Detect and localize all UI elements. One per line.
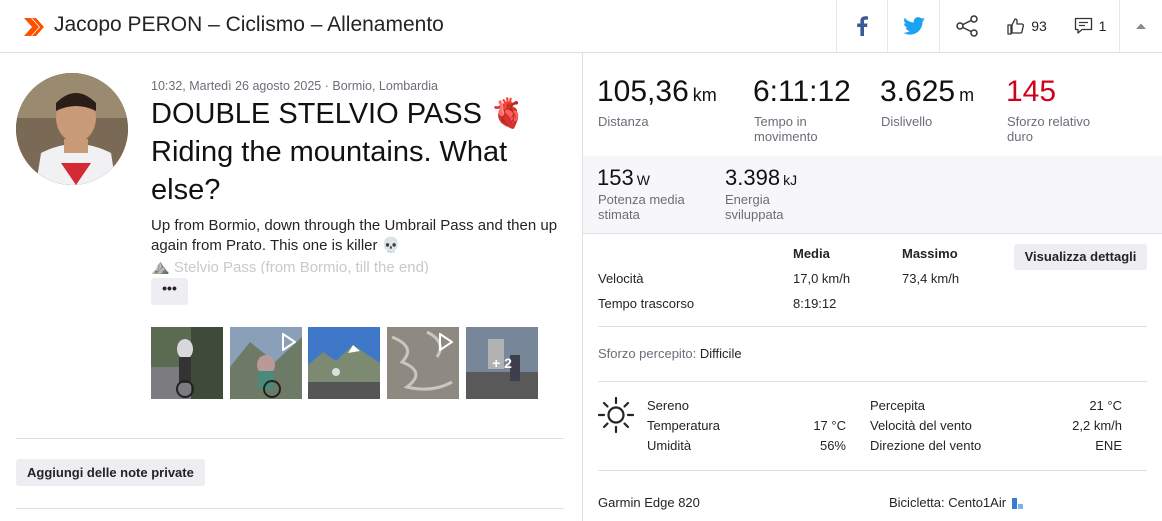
more-button[interactable]: ••• [151, 278, 188, 305]
add-private-notes-button[interactable]: Aggiungi delle note private [16, 459, 205, 486]
relative-effort-stat[interactable]: 145 [1006, 75, 1056, 109]
energy-label: Energia sviluppata [725, 192, 784, 222]
divider [583, 233, 1162, 234]
power-stat: 153 W [597, 165, 650, 191]
humidity-value: 56% [819, 438, 846, 453]
feels-like-value: 21 °C [1089, 398, 1122, 413]
wind-direction-value: ENE [1095, 438, 1122, 453]
energy-unit: kJ [783, 172, 798, 188]
strava-chevron-icon [24, 18, 44, 36]
bike-name: Bicicletta: Cento1Air [889, 495, 1025, 510]
energy-stat: 3.398 kJ [725, 165, 797, 191]
moving-time-stat: 6:11:12 [753, 75, 851, 109]
more-photos-thumbnail[interactable]: + 2 [466, 327, 538, 399]
comment-icon [1074, 17, 1092, 34]
athlete-photo [16, 73, 128, 185]
perceived-effort-label: Sforzo percepito: [598, 346, 697, 361]
elevation-stat: 3.625 m [880, 75, 974, 109]
photos-more-count: + 2 [466, 327, 538, 399]
perceived-effort-value: Difficile [699, 346, 742, 361]
photo-thumbnail[interactable] [308, 327, 380, 399]
moving-time-value: 6:11:12 [753, 75, 851, 108]
share-icon [955, 15, 978, 37]
divider [598, 381, 1147, 382]
divider [16, 438, 564, 439]
sun-icon [597, 396, 635, 434]
activity-title: DOUBLE STELVIO PASS 🫀 Riding the mountai… [151, 98, 527, 206]
facebook-icon [857, 16, 868, 36]
kudos-button[interactable]: 93 [993, 0, 1061, 52]
wind-speed-value: 2,2 km/h [1072, 418, 1122, 433]
device-name: Garmin Edge 820 [598, 495, 700, 510]
elevation-label: Dislivello [881, 114, 933, 129]
bike-gear-icon [1011, 498, 1023, 510]
view-details-button[interactable]: Visualizza dettagli [1014, 244, 1147, 270]
facebook-share-button[interactable] [836, 0, 887, 52]
divider [598, 326, 1147, 327]
comments-count: 1 [1098, 18, 1107, 34]
column-header-media: Media [793, 246, 830, 261]
temperature-value: 17 °C [813, 418, 846, 433]
distance-stat: 105,36 km [597, 75, 717, 109]
activity-description-faded: ⛰️ Stelvio Pass (from Bormio, till the e… [151, 259, 429, 274]
distance-label: Distanza [598, 114, 649, 129]
activity-header: Jacopo PERON – Ciclismo – Allenamento 93… [0, 0, 1162, 53]
speed-label: Velocità [598, 271, 644, 286]
perceived-effort: Sforzo percepito: Difficile [598, 346, 742, 361]
athlete-avatar[interactable] [16, 73, 128, 185]
bike-label: Bicicletta: Cento1Air [889, 495, 1007, 510]
share-button[interactable] [939, 0, 993, 52]
page-title: Jacopo PERON – Ciclismo – Allenamento [54, 13, 444, 36]
activity-summary-panel: 10:32, Martedì 26 agosto 2025 · Bormio, … [0, 53, 582, 521]
elevation-value: 3.625 [880, 75, 956, 108]
moving-time-label: Tempo in movimento [754, 114, 818, 144]
elapsed-time-value: 8:19:12 [793, 296, 837, 311]
kudos-count: 93 [1031, 18, 1047, 34]
distance-unit: km [692, 85, 717, 105]
feels-like-label: Percepita [870, 398, 925, 413]
wind-direction-label: Direzione del vento [870, 438, 982, 453]
photo-thumbnail[interactable] [151, 327, 223, 399]
energy-value: 3.398 [725, 165, 781, 190]
video-thumbnail[interactable] [230, 327, 302, 399]
thumbs-up-icon [1007, 18, 1025, 35]
divider [16, 508, 564, 509]
elapsed-time-label: Tempo trascorso [598, 296, 695, 311]
comments-button[interactable]: 1 [1061, 0, 1119, 52]
relative-effort-value: 145 [1006, 75, 1057, 108]
power-label: Potenza media stimata [598, 192, 685, 222]
power-unit: W [636, 172, 650, 188]
relative-effort-label: Sforzo relativo duro [1007, 114, 1091, 144]
collapse-button[interactable] [1119, 0, 1162, 52]
humidity-label: Umidità [647, 438, 692, 453]
play-icon [230, 327, 302, 399]
caret-up-icon [1136, 23, 1146, 29]
divider [598, 470, 1147, 471]
panel-divider [582, 53, 583, 521]
twitter-icon [902, 17, 925, 35]
twitter-share-button[interactable] [887, 0, 939, 52]
play-icon [387, 327, 459, 399]
column-header-massimo: Massimo [902, 246, 958, 261]
wind-speed-label: Velocità del vento [870, 418, 972, 433]
temperature-label: Temperatura [647, 418, 720, 433]
speed-avg: 17,0 km/h [793, 271, 851, 286]
weather-condition: Sereno [647, 398, 689, 413]
speed-max: 73,4 km/h [902, 271, 960, 286]
power-value: 153 [597, 165, 634, 190]
video-thumbnail[interactable] [387, 327, 459, 399]
elevation-unit: m [959, 85, 975, 105]
distance-value: 105,36 [597, 75, 689, 108]
activity-description: Up from Bormio, down through the Umbrail… [151, 217, 558, 254]
activity-meta: 10:32, Martedì 26 agosto 2025 · Bormio, … [151, 79, 438, 93]
